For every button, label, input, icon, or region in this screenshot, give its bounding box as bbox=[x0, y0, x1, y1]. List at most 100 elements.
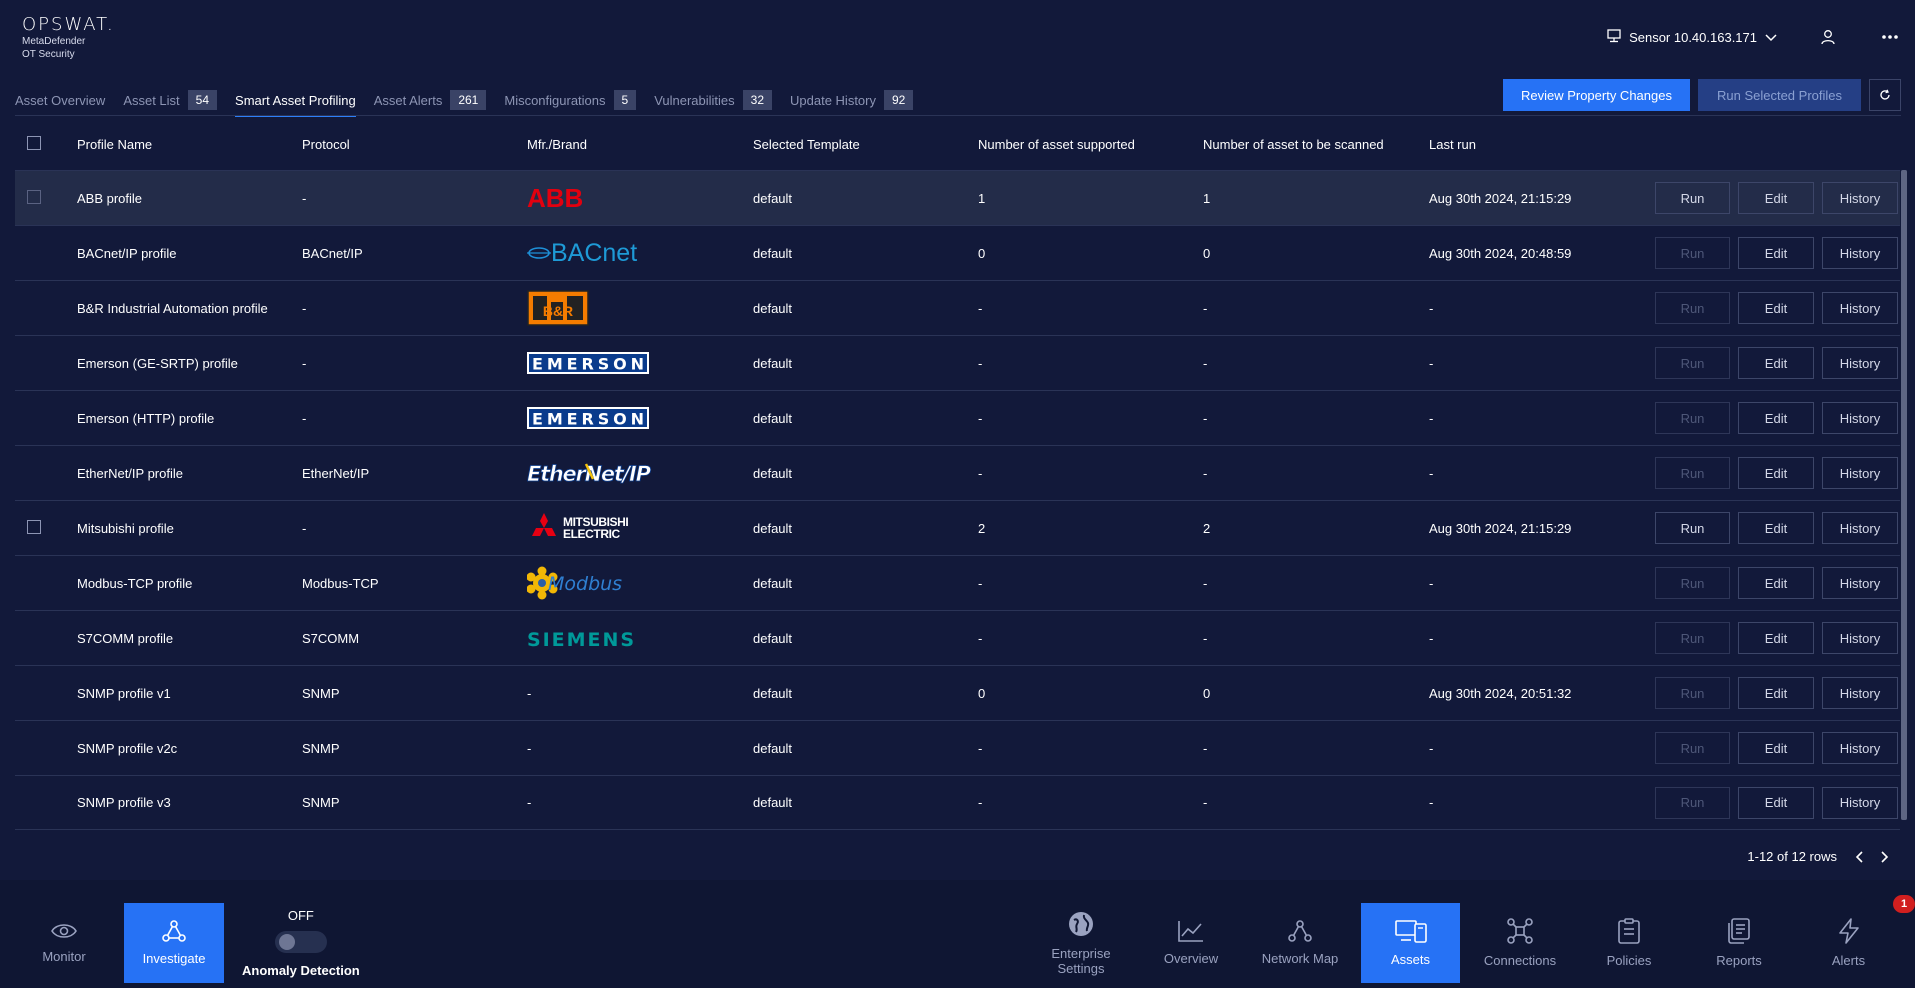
table-row[interactable]: BACnet/IP profile BACnet/IP BACnet defau… bbox=[15, 225, 1900, 280]
tab-asset-overview[interactable]: Asset Overview bbox=[15, 84, 105, 116]
nav-monitor[interactable]: Monitor bbox=[24, 903, 104, 983]
nav-investigate[interactable]: Investigate bbox=[124, 903, 224, 983]
review-property-changes-button[interactable]: Review Property Changes bbox=[1502, 79, 1690, 111]
nav-reports[interactable]: Reports bbox=[1697, 903, 1781, 983]
run-button[interactable]: Run bbox=[1655, 347, 1730, 379]
history-button[interactable]: History bbox=[1822, 182, 1898, 214]
tab-misconfigurations[interactable]: Misconfigurations 5 bbox=[504, 84, 637, 116]
column-header-template[interactable]: Selected Template bbox=[753, 137, 978, 152]
protocol: Modbus-TCP bbox=[302, 575, 379, 591]
table-row[interactable]: Mitsubishi profile - MITSUBISHI ELECTRIC … bbox=[15, 500, 1900, 555]
scrollbar-thumb[interactable] bbox=[1901, 170, 1907, 820]
run-button[interactable]: Run bbox=[1655, 237, 1730, 269]
run-button[interactable]: Run bbox=[1655, 677, 1730, 709]
column-header-supported[interactable]: Number of asset supported bbox=[978, 137, 1203, 152]
nav-overview[interactable]: Overview bbox=[1150, 903, 1232, 983]
assets-supported: - bbox=[978, 355, 983, 371]
history-button[interactable]: History bbox=[1822, 512, 1898, 544]
brand: - bbox=[527, 740, 532, 756]
run-button[interactable]: Run bbox=[1655, 732, 1730, 764]
nav-enterprise-settings[interactable]: Enterprise Settings bbox=[1040, 903, 1122, 983]
chevron-left-icon[interactable] bbox=[1855, 850, 1863, 863]
run-selected-profiles-button[interactable]: Run Selected Profiles bbox=[1697, 79, 1861, 111]
column-header-last-run[interactable]: Last run bbox=[1429, 137, 1649, 152]
run-button[interactable]: Run bbox=[1655, 622, 1730, 654]
run-button[interactable]: Run bbox=[1655, 457, 1730, 489]
tab-asset-list[interactable]: Asset List 54 bbox=[123, 84, 218, 116]
user-icon[interactable] bbox=[1817, 26, 1839, 48]
nav-assets[interactable]: Assets bbox=[1361, 903, 1460, 983]
table-row[interactable]: B&R Industrial Automation profile - B&R … bbox=[15, 280, 1900, 335]
nav-alerts[interactable]: Alerts bbox=[1806, 903, 1891, 983]
history-button[interactable]: History bbox=[1822, 732, 1898, 764]
nav-connections[interactable]: Connections bbox=[1475, 903, 1565, 983]
edit-button[interactable]: Edit bbox=[1738, 677, 1814, 709]
column-header-name[interactable]: Profile Name bbox=[77, 137, 302, 152]
assets-to-scan: - bbox=[1203, 575, 1208, 591]
history-button[interactable]: History bbox=[1822, 567, 1898, 599]
history-button[interactable]: History bbox=[1822, 347, 1898, 379]
assets-to-scan: - bbox=[1203, 465, 1208, 481]
mitsubishi-logo: MITSUBISHI ELECTRIC bbox=[527, 508, 753, 548]
edit-button[interactable]: Edit bbox=[1738, 292, 1814, 324]
column-header-protocol[interactable]: Protocol bbox=[302, 137, 527, 152]
edit-button[interactable]: Edit bbox=[1738, 347, 1814, 379]
table-row[interactable]: SNMP profile v3 SNMP - default - - - Run… bbox=[15, 775, 1900, 830]
tab-update-history[interactable]: Update History 92 bbox=[790, 84, 914, 116]
tab-smart-asset-profiling[interactable]: Smart Asset Profiling bbox=[235, 84, 356, 117]
history-button[interactable]: History bbox=[1822, 402, 1898, 434]
history-button[interactable]: History bbox=[1822, 292, 1898, 324]
refresh-button[interactable] bbox=[1869, 79, 1901, 111]
history-button[interactable]: History bbox=[1822, 237, 1898, 269]
run-button[interactable]: Run bbox=[1655, 512, 1730, 544]
table-row[interactable]: Emerson (HTTP) profile - EMERSON default… bbox=[15, 390, 1900, 445]
edit-button[interactable]: Edit bbox=[1738, 567, 1814, 599]
edit-button[interactable]: Edit bbox=[1738, 457, 1814, 489]
edit-button[interactable]: Edit bbox=[1738, 237, 1814, 269]
run-button[interactable]: Run bbox=[1655, 292, 1730, 324]
table-row[interactable]: SNMP profile v1 SNMP - default 0 0 Aug 3… bbox=[15, 665, 1900, 720]
nav-network-map[interactable]: Network Map bbox=[1255, 903, 1345, 983]
tab-vulnerabilities[interactable]: Vulnerabilities 32 bbox=[654, 84, 773, 116]
history-button[interactable]: History bbox=[1822, 457, 1898, 489]
table-row[interactable]: SNMP profile v2c SNMP - default - - - Ru… bbox=[15, 720, 1900, 775]
column-header-brand[interactable]: Mfr./Brand bbox=[527, 137, 753, 152]
nav-label: Overview bbox=[1163, 951, 1219, 966]
table-row[interactable]: S7COMM profile S7COMM SIEMENS default - … bbox=[15, 610, 1900, 665]
chevron-down-icon bbox=[1765, 30, 1777, 45]
table-row[interactable]: Modbus-TCP profile Modbus-TCP Modbus def… bbox=[15, 555, 1900, 610]
sensor-selector[interactable]: Sensor 10.40.163.171 bbox=[1607, 28, 1777, 46]
history-button[interactable]: History bbox=[1822, 786, 1898, 819]
select-all-checkbox[interactable] bbox=[27, 135, 41, 150]
nav-policies[interactable]: Policies bbox=[1587, 903, 1671, 983]
more-options-icon[interactable] bbox=[1879, 26, 1901, 48]
table-row[interactable]: ABB profile - ABB default 1 1 Aug 30th 2… bbox=[15, 170, 1900, 225]
table-row[interactable]: EtherNet/IP profile EtherNet/IP EtherNet… bbox=[15, 445, 1900, 500]
edit-button[interactable]: Edit bbox=[1738, 732, 1814, 764]
tab-asset-alerts[interactable]: Asset Alerts 261 bbox=[374, 84, 487, 116]
run-button[interactable]: Run bbox=[1655, 182, 1730, 214]
run-button[interactable]: Run bbox=[1655, 402, 1730, 434]
nav-label: Investigate bbox=[142, 951, 206, 966]
protocol: SNMP bbox=[302, 795, 340, 810]
edit-button[interactable]: Edit bbox=[1738, 622, 1814, 654]
tab-divider bbox=[15, 115, 1901, 116]
connections-icon bbox=[1507, 918, 1533, 947]
history-button[interactable]: History bbox=[1822, 677, 1898, 709]
edit-button[interactable]: Edit bbox=[1738, 512, 1814, 544]
anomaly-toggle[interactable] bbox=[274, 931, 327, 953]
history-button[interactable]: History bbox=[1822, 622, 1898, 654]
edit-button[interactable]: Edit bbox=[1738, 402, 1814, 434]
template: default bbox=[753, 190, 793, 206]
run-button[interactable]: Run bbox=[1655, 786, 1730, 819]
row-checkbox[interactable] bbox=[27, 189, 41, 204]
last-run: - bbox=[1429, 465, 1434, 481]
edit-button[interactable]: Edit bbox=[1738, 182, 1814, 214]
table-header: Profile Name Protocol Mfr./Brand Selecte… bbox=[15, 118, 1900, 170]
chevron-right-icon[interactable] bbox=[1881, 850, 1889, 863]
edit-button[interactable]: Edit bbox=[1738, 786, 1814, 819]
row-checkbox[interactable] bbox=[27, 519, 41, 534]
run-button[interactable]: Run bbox=[1655, 567, 1730, 599]
column-header-scanned[interactable]: Number of asset to be scanned bbox=[1203, 137, 1429, 152]
table-row[interactable]: Emerson (GE-SRTP) profile - EMERSON defa… bbox=[15, 335, 1900, 390]
